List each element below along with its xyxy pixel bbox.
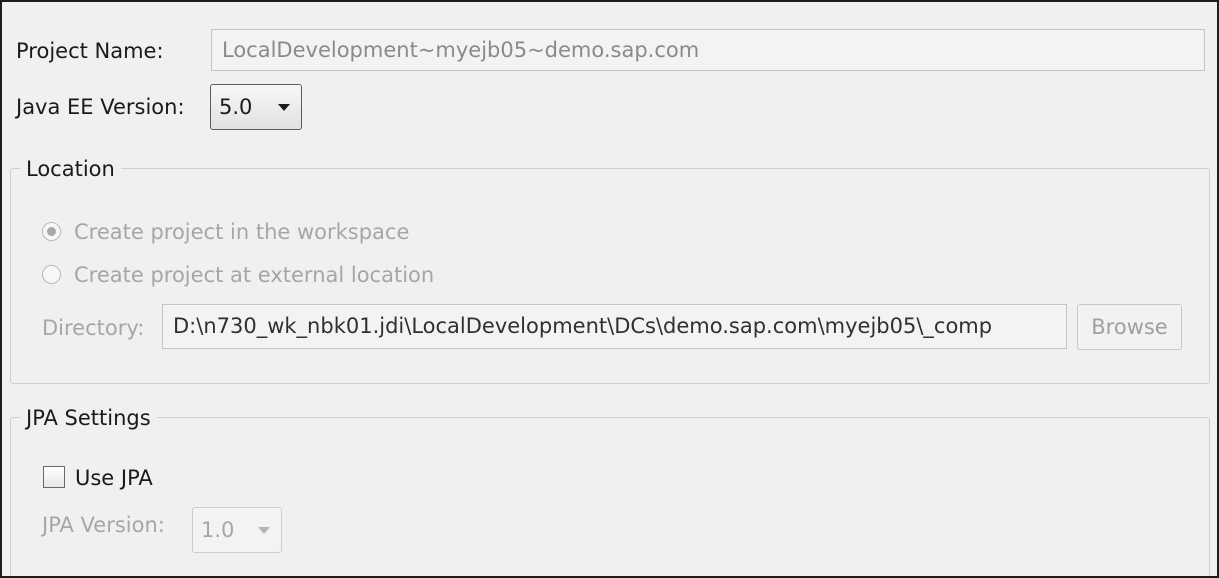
- radio-unselected-icon[interactable]: [42, 265, 61, 284]
- javaee-version-value: 5.0: [219, 95, 253, 119]
- use-jpa-label[interactable]: Use JPA: [75, 465, 153, 491]
- directory-label: Directory:: [42, 316, 145, 340]
- checkbox-unchecked-icon[interactable]: [43, 466, 65, 488]
- radio-workspace-label[interactable]: Create project in the workspace: [74, 219, 409, 245]
- radio-external-label[interactable]: Create project at external location: [74, 262, 434, 288]
- browse-button[interactable]: Browse: [1077, 304, 1182, 350]
- location-group-title: Location: [20, 156, 121, 182]
- jpa-settings-group-title: JPA Settings: [20, 405, 157, 431]
- project-settings-panel: Project Name: LocalDevelopment~myejb05~d…: [0, 0, 1219, 578]
- directory-field[interactable]: D:\n730_wk_nbk01.jdi\LocalDevelopment\DC…: [162, 304, 1067, 349]
- chevron-down-icon: [258, 527, 270, 534]
- jpa-version-dropdown[interactable]: 1.0: [192, 507, 282, 553]
- project-name-field[interactable]: LocalDevelopment~myejb05~demo.sap.com: [211, 29, 1205, 71]
- project-name-label: Project Name:: [16, 39, 164, 63]
- javaee-version-label: Java EE Version:: [16, 95, 185, 119]
- javaee-version-dropdown[interactable]: 5.0: [210, 84, 302, 130]
- jpa-version-label: JPA Version:: [42, 513, 165, 537]
- jpa-version-value: 1.0: [201, 518, 235, 542]
- radio-selected-icon[interactable]: [42, 222, 61, 241]
- radio-dot: [47, 227, 56, 236]
- chevron-down-icon: [278, 104, 290, 111]
- jpa-settings-group: [10, 417, 1210, 576]
